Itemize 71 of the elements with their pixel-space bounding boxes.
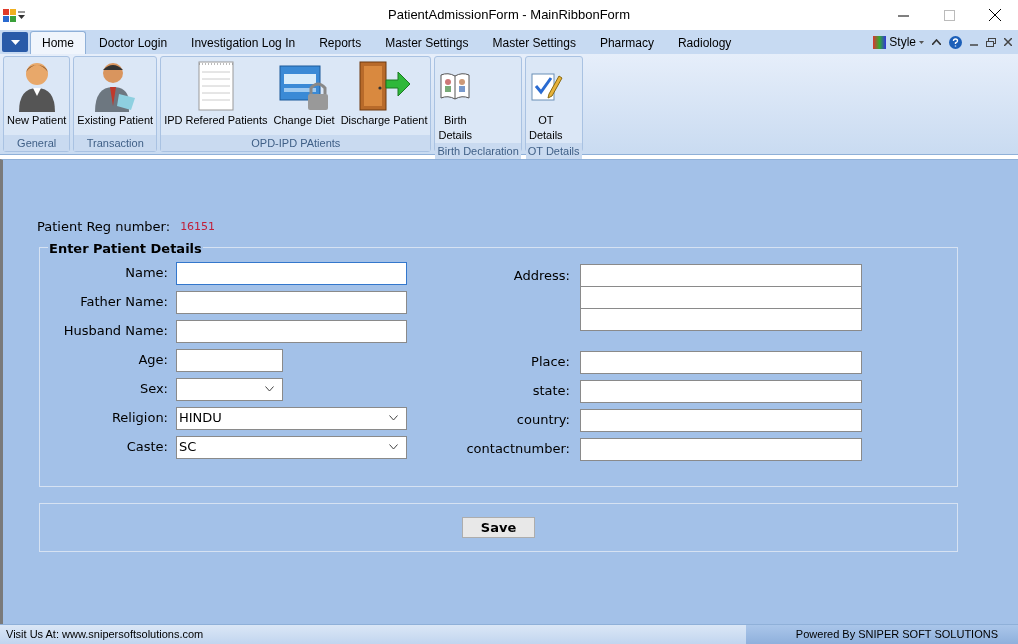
text-field[interactable]	[176, 348, 283, 372]
field-label: Religion:	[110, 409, 168, 428]
doctor-icon	[93, 60, 138, 112]
ribbon-group-label: OT Details	[525, 143, 582, 159]
field-label: Husband Name:	[62, 322, 168, 341]
field-label: Place:	[530, 353, 570, 372]
color-palette-icon	[873, 35, 887, 49]
field-label: Caste:	[125, 438, 168, 457]
quick-access-dropdown-icon[interactable]	[18, 11, 25, 19]
collapse-ribbon-icon[interactable]	[932, 39, 941, 45]
save-button[interactable]: Save	[462, 516, 535, 538]
ribbon-tab[interactable]: Doctor Login	[88, 31, 179, 54]
field-label: Father Name:	[79, 293, 168, 312]
text-field[interactable]	[176, 261, 407, 285]
ribbon-group-label: OPD-IPD PAtients	[161, 135, 431, 151]
ribbon-tab[interactable]: Master Settings	[374, 31, 480, 54]
text-field[interactable]	[176, 290, 407, 314]
door-with-arrow-icon	[356, 60, 413, 112]
ribbon-button[interactable]: Change Diet	[270, 57, 338, 135]
ribbon-button[interactable]: OT Details	[525, 57, 566, 143]
field-label: country:	[515, 411, 570, 430]
ribbon-button[interactable]: Birth Details	[435, 57, 476, 143]
ribbon-tab[interactable]: Reports	[308, 31, 373, 54]
field-label: contactnumber:	[465, 440, 570, 459]
window-title: PatientAdmissionForm - MainRibbonForm	[388, 7, 630, 23]
address-line-field[interactable]	[580, 263, 862, 287]
ribbon-button[interactable]: IPD Refered Patients	[161, 57, 271, 135]
ribbon-tab[interactable]: Master Settings	[481, 31, 587, 54]
style-menu[interactable]: Style	[873, 33, 924, 51]
address-line-field[interactable]	[580, 285, 862, 309]
caret-icon	[10, 39, 20, 45]
notepad-icon	[195, 60, 236, 112]
ribbon-group-label: Birth Declaration	[435, 143, 521, 159]
help-icon[interactable]	[949, 35, 962, 49]
text-field[interactable]	[580, 379, 862, 403]
ribbon-button[interactable]: Existing Patient	[74, 57, 157, 135]
book-with-people-icon	[439, 71, 472, 101]
caret-icon	[919, 40, 924, 44]
close-icon	[989, 9, 1001, 21]
ribbon-tab[interactable]: Pharmacy	[588, 31, 665, 54]
field-label: Sex:	[138, 380, 168, 399]
text-field[interactable]	[176, 319, 407, 343]
registration-number: 16151	[180, 218, 216, 235]
field-label: Patient Reg number:	[37, 218, 171, 236]
dropdown[interactable]: SC	[176, 435, 407, 459]
status-bar-text: Visit Us At: www.snipersoftsolutions.com	[0, 625, 746, 644]
field-label: state:	[531, 382, 570, 401]
person-icon	[16, 60, 57, 112]
field-label: Age:	[137, 351, 168, 370]
ribbon-button[interactable]: Discharge Patient	[337, 57, 431, 135]
ribbon-button[interactable]: New Patient	[4, 57, 70, 135]
text-field[interactable]	[580, 408, 862, 432]
ribbon-group-label: General	[4, 135, 70, 151]
restore-icon[interactable]	[986, 37, 996, 47]
ribbon-tab[interactable]: Home	[30, 31, 86, 54]
dropdown[interactable]	[176, 377, 283, 401]
text-field[interactable]	[580, 350, 862, 374]
close-icon[interactable]	[1004, 38, 1012, 46]
field-label: Address:	[512, 266, 570, 285]
field-label: Name:	[124, 264, 168, 283]
address-line-field[interactable]	[580, 307, 862, 331]
ribbon-tab[interactable]: Radiology	[666, 31, 743, 54]
ribbon-tab[interactable]: Investigation Log In	[180, 31, 307, 54]
ribbon-group-label: Transaction	[74, 135, 157, 151]
app-icon	[3, 8, 16, 22]
application-menu-button[interactable]	[2, 32, 28, 52]
maximize-icon	[943, 9, 955, 21]
checklist-with-pencil-icon	[528, 70, 563, 102]
status-bar-text: Powered By SNIPER SOFT SOLUTIONS	[746, 625, 1018, 644]
text-field[interactable]	[580, 437, 862, 461]
dropdown[interactable]: HINDU	[176, 406, 407, 430]
